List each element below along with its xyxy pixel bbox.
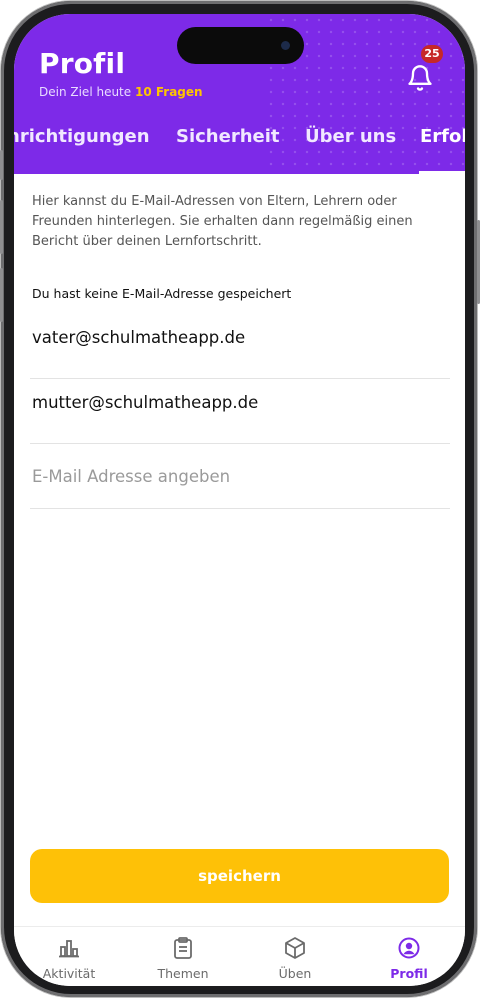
side-button	[0, 150, 3, 180]
email-input[interactable]	[30, 444, 450, 508]
tab-sicherheit[interactable]: Sicherheit	[176, 126, 280, 147]
page-title: Profil	[39, 47, 126, 80]
email-list-item[interactable]: mutter@schulmatheapp.de	[30, 379, 450, 444]
email-address: mutter@schulmatheapp.de	[32, 393, 259, 412]
clipboard-icon	[174, 937, 192, 959]
nav-label: Üben	[278, 966, 312, 981]
email-input-row	[30, 444, 450, 509]
camera	[281, 41, 290, 50]
box-icon	[285, 937, 305, 959]
user-icon	[398, 937, 420, 959]
side-button	[0, 268, 3, 322]
email-list-item[interactable]: vater@schulmatheapp.de	[30, 314, 450, 379]
dynamic-island	[177, 27, 304, 64]
bell-icon[interactable]	[406, 64, 434, 92]
bar-chart-icon	[59, 940, 79, 958]
side-button	[0, 200, 3, 254]
nav-item-profil[interactable]: Profil	[354, 927, 464, 986]
nav-item-themen[interactable]: Themen	[128, 927, 238, 986]
tab-ueber-uns[interactable]: Über uns	[305, 126, 396, 147]
active-tab-indicator	[419, 171, 465, 174]
nav-label: Themen	[157, 966, 209, 981]
notification-badge: 25	[421, 45, 443, 63]
nav-label: Profil	[390, 966, 428, 981]
save-button[interactable]: speichern	[30, 849, 449, 903]
description-text: Hier kannst du E-Mail-Adressen von Elter…	[32, 194, 413, 249]
daily-goal: Dein Ziel heute 10 Fragen	[39, 85, 203, 99]
app-screen: Profil Dein Ziel heute 10 Fragen 25 nric…	[14, 14, 465, 986]
profile-header: Profil Dein Ziel heute 10 Fragen 25 nric…	[14, 14, 465, 174]
empty-state-note: Du hast keine E-Mail-Adresse gespeichert	[32, 286, 292, 301]
nav-item-ueben[interactable]: Üben	[240, 927, 350, 986]
email-address: vater@schulmatheapp.de	[32, 328, 246, 347]
tab-erfolge[interactable]: Erfol	[420, 126, 465, 147]
daily-goal-value: 10 Fragen	[134, 85, 203, 99]
tab-bar: nrichtigungen Sicherheit Über uns Erfol	[14, 126, 465, 174]
tab-benachrichtigungen[interactable]: nrichtigungen	[14, 126, 150, 147]
nav-label: Aktivität	[42, 966, 96, 981]
bottom-navigation: Aktivität Themen Üben Profil	[14, 926, 465, 986]
daily-goal-label: Dein Ziel heute	[39, 85, 132, 99]
nav-item-aktivitaet[interactable]: Aktivität	[14, 927, 124, 986]
